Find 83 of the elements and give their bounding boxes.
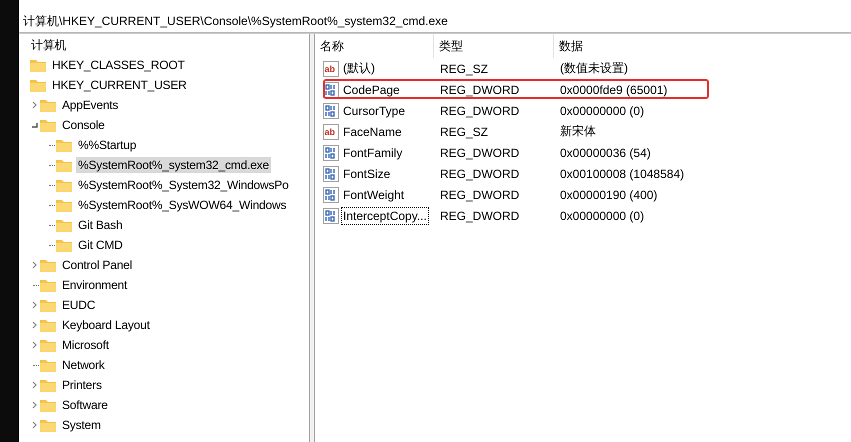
expand-chevron-icon[interactable] xyxy=(32,301,36,309)
value-name[interactable]: FontFamily xyxy=(341,144,404,162)
tree-item[interactable]: AppEvents xyxy=(60,97,120,113)
folder-icon xyxy=(39,278,57,292)
expand-chevron-icon[interactable] xyxy=(32,381,36,389)
tree-item[interactable]: Keyboard Layout xyxy=(60,317,152,333)
tree-item[interactable]: Control Panel xyxy=(60,257,134,273)
value-name[interactable]: (默认) xyxy=(341,58,377,79)
value-data: (数值未设置) xyxy=(559,60,629,77)
folder-icon xyxy=(39,318,57,332)
address-bar[interactable]: 计算机\HKEY_CURRENT_USER\Console\%SystemRoot%_system32_cmd.exe xyxy=(19,10,851,33)
tree-item[interactable]: HKEY_CURRENT_USER xyxy=(50,77,189,93)
folder-icon xyxy=(39,298,57,312)
folder-icon xyxy=(55,238,73,252)
expand-chevron-icon[interactable] xyxy=(32,261,36,269)
collapse-chevron-icon[interactable] xyxy=(30,122,38,128)
tree-item[interactable]: Network xyxy=(60,357,107,373)
value-type: REG_DWORD xyxy=(439,82,520,96)
value-type: REG_DWORD xyxy=(439,146,520,160)
value-name[interactable]: CursorType xyxy=(341,102,408,120)
folder-icon xyxy=(39,358,57,372)
tree-item[interactable]: EUDC xyxy=(60,297,98,313)
tree-item[interactable]: Microsoft xyxy=(60,337,111,353)
folder-icon xyxy=(55,218,73,232)
value-name[interactable]: InterceptCopy... xyxy=(341,206,429,224)
binary-icon xyxy=(323,102,339,118)
tree-item[interactable]: Git CMD xyxy=(76,237,125,253)
value-type: REG_DWORD xyxy=(439,104,520,118)
folder-icon xyxy=(39,338,57,352)
folder-icon xyxy=(55,158,73,172)
value-data: 新宋体 xyxy=(559,123,597,140)
binary-icon xyxy=(323,186,339,202)
tree-item[interactable]: %SystemRoot%_System32_WindowsPo xyxy=(76,177,291,193)
binary-icon xyxy=(323,208,339,224)
value-name[interactable]: CodePage xyxy=(341,80,402,98)
value-data: 0x00100008 (1048584) xyxy=(559,166,686,180)
column-header[interactable]: 类型 xyxy=(434,34,554,58)
binary-icon xyxy=(323,144,339,160)
folder-icon xyxy=(39,418,57,432)
value-data: 0x00000000 (0) xyxy=(559,104,646,118)
folder-icon xyxy=(29,78,47,92)
value-name[interactable]: FontWeight xyxy=(341,186,406,204)
value-type: REG_DWORD xyxy=(439,208,520,222)
expand-chevron-icon[interactable] xyxy=(32,401,36,409)
ab-icon: ab xyxy=(323,124,339,140)
value-name[interactable]: FontSize xyxy=(341,164,392,182)
expand-chevron-icon[interactable] xyxy=(32,421,36,429)
tree-item[interactable]: HKEY_CLASSES_ROOT xyxy=(50,57,187,73)
ab-icon: ab xyxy=(323,60,339,76)
tree-item[interactable]: Software xyxy=(60,397,110,413)
folder-icon xyxy=(55,138,73,152)
folder-icon xyxy=(29,58,47,72)
binary-icon xyxy=(323,166,339,182)
folder-icon xyxy=(39,258,57,272)
tree-item[interactable]: Console xyxy=(60,117,107,133)
tree-item[interactable]: %SystemRoot%_system32_cmd.exe xyxy=(76,157,271,173)
expand-chevron-icon[interactable] xyxy=(32,101,36,109)
tree-item[interactable]: %SystemRoot%_SysWOW64_Windows xyxy=(76,197,288,213)
value-type: REG_DWORD xyxy=(439,188,520,202)
value-data: 0x00000000 (0) xyxy=(559,208,646,222)
tree-item[interactable]: 计算机 xyxy=(29,36,68,54)
folder-icon xyxy=(39,98,57,112)
expand-chevron-icon[interactable] xyxy=(32,341,36,349)
column-header[interactable]: 数据 xyxy=(554,34,734,58)
tree-item[interactable]: %%Startup xyxy=(76,137,138,153)
folder-icon xyxy=(55,198,73,212)
value-type: REG_SZ xyxy=(439,124,490,138)
tree-item[interactable]: Environment xyxy=(60,277,130,293)
value-type: REG_DWORD xyxy=(439,166,520,180)
folder-icon xyxy=(39,398,57,412)
expand-chevron-icon[interactable] xyxy=(32,321,36,329)
column-header[interactable]: 名称 xyxy=(315,34,434,58)
value-data: 0x00000190 (400) xyxy=(559,188,658,202)
tree-item[interactable]: Git Bash xyxy=(76,217,124,233)
value-type: REG_SZ xyxy=(439,62,490,76)
folder-icon xyxy=(39,378,57,392)
value-data: 0x0000fde9 (65001) xyxy=(559,82,668,96)
folder-icon xyxy=(55,178,73,192)
tree-item[interactable]: Printers xyxy=(60,377,104,393)
folder-icon xyxy=(39,118,57,132)
value-data: 0x00000036 (54) xyxy=(559,146,652,160)
value-name[interactable]: FaceName xyxy=(341,122,404,140)
tree-item[interactable]: System xyxy=(60,417,103,433)
